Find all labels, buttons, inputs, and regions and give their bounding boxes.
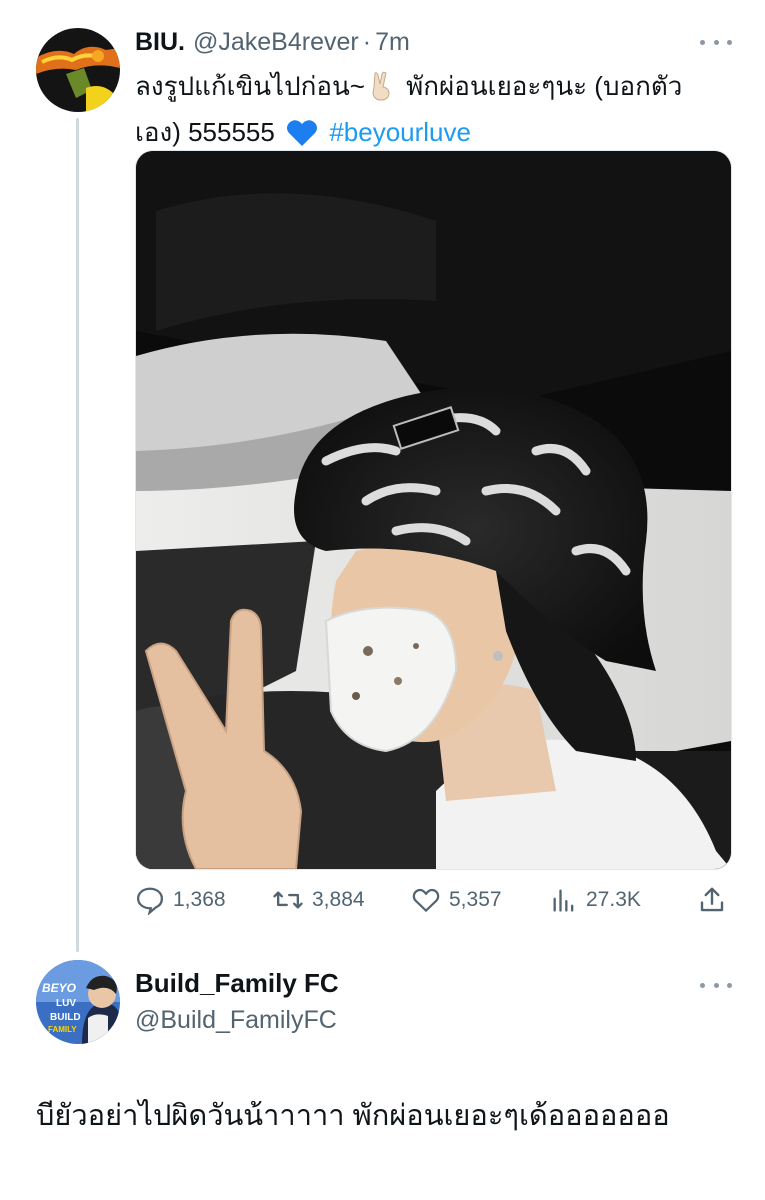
tweet-text-part: พักผ่อนเยอะๆนะ (บอกตัว: [406, 71, 683, 101]
more-options-button[interactable]: [700, 975, 732, 995]
avatar-image: [36, 28, 120, 112]
avatar-image: BEYO LUV BUILD FAMILY: [36, 960, 120, 1044]
tweet-header: BIU. @JakeB4rever · 7m: [135, 26, 410, 58]
author-handle[interactable]: @Build_FamilyFC: [135, 1006, 337, 1035]
reply-icon: [136, 887, 164, 915]
more-icon-dot: [727, 39, 732, 45]
share-button[interactable]: [697, 880, 735, 920]
author-name[interactable]: Build_Family FC: [135, 968, 339, 999]
svg-text:BUILD: BUILD: [50, 1012, 81, 1023]
more-icon-dot: [713, 39, 719, 45]
more-options-button[interactable]: [700, 32, 732, 52]
share-icon: [700, 887, 724, 912]
more-icon-dot: [713, 982, 719, 988]
svg-text:FAMILY: FAMILY: [48, 1025, 77, 1034]
retweet-icon: [273, 891, 303, 909]
reply-button[interactable]: 1,368: [135, 880, 226, 920]
avatar[interactable]: [36, 28, 120, 112]
tweet-actions: 1,368 3,884 5,357 27.3K: [135, 880, 735, 920]
author-name[interactable]: BIU.: [135, 28, 185, 57]
views-icon: [553, 889, 574, 912]
photo-image: [136, 151, 731, 869]
reply-count: 1,368: [173, 888, 226, 911]
retweet-count: 3,884: [312, 888, 365, 911]
like-count: 5,357: [449, 888, 502, 911]
svg-text:BEYO: BEYO: [42, 981, 77, 995]
svg-text:LUV: LUV: [56, 998, 76, 1009]
more-icon: [700, 39, 705, 45]
more-icon-dot: [727, 982, 732, 988]
tweet-text-part: เอง) 555555: [135, 117, 275, 147]
retweet-button[interactable]: 3,884: [272, 880, 365, 920]
tweet-time[interactable]: 7m: [375, 28, 410, 57]
tweet-photo[interactable]: [135, 150, 732, 870]
thread-line: [76, 118, 79, 952]
avatar[interactable]: BEYO LUV BUILD FAMILY: [36, 960, 120, 1044]
like-button[interactable]: 5,357: [411, 880, 502, 920]
tweet-text: ลงรูปแก้เขินไปก่อน~ พักผ่อนเยอะๆนะ (บอกต…: [135, 66, 735, 158]
author-handle[interactable]: @JakeB4rever: [193, 28, 359, 57]
more-icon: [700, 982, 705, 988]
views-button[interactable]: 27.3K: [550, 880, 641, 920]
tweet-text: บียัวอย่าไปผิดวันน้าาาาา พักผ่อนเยอะๆเด้…: [36, 1100, 670, 1132]
views-count: 27.3K: [586, 888, 641, 911]
tweet-text-part: ลงรูปแก้เขินไปก่อน~: [135, 71, 365, 101]
separator-dot: ·: [362, 27, 372, 56]
hashtag-link[interactable]: #beyourluve: [329, 117, 471, 147]
heart-icon: [412, 888, 440, 913]
victory-hand-icon: [369, 71, 393, 112]
